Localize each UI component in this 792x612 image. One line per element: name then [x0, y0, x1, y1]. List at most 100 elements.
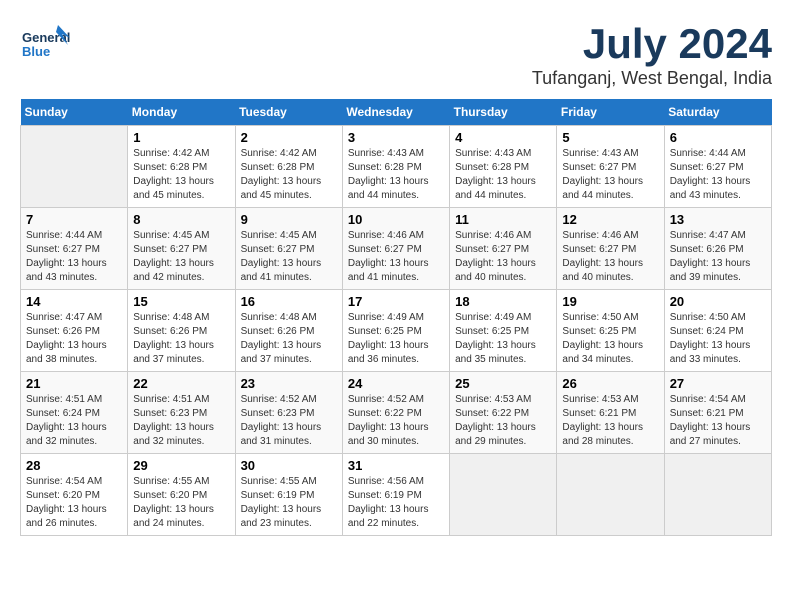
week-row-3: 14 Sunrise: 4:47 AMSunset: 6:26 PMDayligh… — [21, 290, 772, 372]
calendar-cell: 18 Sunrise: 4:49 AMSunset: 6:25 PMDayligh… — [450, 290, 557, 372]
day-number: 29 — [133, 458, 229, 473]
day-info: Sunrise: 4:48 AMSunset: 6:26 PMDaylight:… — [133, 311, 229, 367]
day-number: 20 — [670, 294, 766, 309]
day-number: 3 — [348, 130, 444, 145]
day-info: Sunrise: 4:43 AMSunset: 6:28 PMDaylight:… — [455, 147, 551, 203]
week-row-4: 21Sunrise: 4:51 AMSunset: 6:24 PMDayligh… — [21, 372, 772, 454]
day-number: 14 — [26, 294, 122, 309]
day-number: 11 — [455, 212, 551, 227]
day-number: 27 — [670, 376, 766, 391]
day-number: 22 — [133, 376, 229, 391]
day-info: Sunrise: 4:52 AMSunset: 6:23 PMDaylight:… — [241, 393, 337, 449]
calendar-cell: 5Sunrise: 4:43 AMSunset: 6:27 PMDaylight… — [557, 126, 664, 208]
day-number: 19 — [562, 294, 658, 309]
calendar-cell: 13Sunrise: 4:47 AMSunset: 6:26 PMDayligh… — [664, 208, 771, 290]
calendar-cell: 20Sunrise: 4:50 AMSunset: 6:24 PMDayligh… — [664, 290, 771, 372]
calendar-header-row: SundayMondayTuesdayWednesdayThursdayFrid… — [21, 99, 772, 126]
calendar-cell: 29 Sunrise: 4:55 AMSunset: 6:20 PMDayligh… — [128, 454, 235, 536]
day-info: Sunrise: 4:53 AMSunset: 6:22 PMDaylight:… — [455, 393, 551, 449]
calendar-cell: 11 Sunrise: 4:46 AMSunset: 6:27 PMDayligh… — [450, 208, 557, 290]
day-number: 9 — [241, 212, 337, 227]
svg-text:Blue: Blue — [22, 44, 50, 59]
day-number: 1 — [133, 130, 229, 145]
day-info: Sunrise: 4:50 AMSunset: 6:25 PMDaylight:… — [562, 311, 658, 367]
calendar-cell — [450, 454, 557, 536]
column-header-thursday: Thursday — [450, 99, 557, 126]
day-info: Sunrise: 4:51 AMSunset: 6:23 PMDaylight:… — [133, 393, 229, 449]
column-header-tuesday: Tuesday — [235, 99, 342, 126]
calendar-cell: 9 Sunrise: 4:45 AMSunset: 6:27 PMDaylight… — [235, 208, 342, 290]
day-info: Sunrise: 4:53 AMSunset: 6:21 PMDaylight:… — [562, 393, 658, 449]
page-header: General Blue July 2024 Tufanganj, West B… — [20, 20, 772, 89]
day-number: 28 — [26, 458, 122, 473]
day-info: Sunrise: 4:45 AMSunset: 6:27 PMDaylight:… — [133, 229, 229, 285]
calendar-cell: 23 Sunrise: 4:52 AMSunset: 6:23 PMDayligh… — [235, 372, 342, 454]
day-number: 10 — [348, 212, 444, 227]
calendar-cell: 15 Sunrise: 4:48 AMSunset: 6:26 PMDayligh… — [128, 290, 235, 372]
calendar-cell: 31Sunrise: 4:56 AMSunset: 6:19 PMDayligh… — [342, 454, 449, 536]
day-number: 24 — [348, 376, 444, 391]
day-number: 30 — [241, 458, 337, 473]
calendar-cell: 30 Sunrise: 4:55 AMSunset: 6:19 PMDayligh… — [235, 454, 342, 536]
calendar-cell: 3 Sunrise: 4:43 AMSunset: 6:28 PMDaylight… — [342, 126, 449, 208]
day-info: Sunrise: 4:54 AMSunset: 6:21 PMDaylight:… — [670, 393, 766, 449]
day-info: Sunrise: 4:46 AMSunset: 6:27 PMDaylight:… — [562, 229, 658, 285]
day-info: Sunrise: 4:44 AMSunset: 6:27 PMDaylight:… — [26, 229, 122, 285]
calendar-cell: 4 Sunrise: 4:43 AMSunset: 6:28 PMDaylight… — [450, 126, 557, 208]
month-year-title: July 2024 — [532, 20, 772, 68]
calendar-cell: 17Sunrise: 4:49 AMSunset: 6:25 PMDayligh… — [342, 290, 449, 372]
day-info: Sunrise: 4:42 AMSunset: 6:28 PMDaylight:… — [241, 147, 337, 203]
calendar-body: 1 Sunrise: 4:42 AMSunset: 6:28 PMDaylight… — [21, 126, 772, 536]
day-number: 25 — [455, 376, 551, 391]
day-info: Sunrise: 4:45 AMSunset: 6:27 PMDaylight:… — [241, 229, 337, 285]
day-info: Sunrise: 4:55 AMSunset: 6:19 PMDaylight:… — [241, 475, 337, 531]
column-header-wednesday: Wednesday — [342, 99, 449, 126]
calendar-cell: 14 Sunrise: 4:47 AMSunset: 6:26 PMDayligh… — [21, 290, 128, 372]
day-number: 4 — [455, 130, 551, 145]
day-number: 26 — [562, 376, 658, 391]
calendar-cell: 10Sunrise: 4:46 AMSunset: 6:27 PMDayligh… — [342, 208, 449, 290]
day-number: 2 — [241, 130, 337, 145]
day-number: 6 — [670, 130, 766, 145]
day-info: Sunrise: 4:44 AMSunset: 6:27 PMDaylight:… — [670, 147, 766, 203]
calendar-cell: 1Sunrise: 4:42 AMSunset: 6:28 PMDaylight… — [128, 126, 235, 208]
week-row-5: 28 Sunrise: 4:54 AMSunset: 6:20 PMDayligh… — [21, 454, 772, 536]
column-header-sunday: Sunday — [21, 99, 128, 126]
calendar-cell: 22 Sunrise: 4:51 AMSunset: 6:23 PMDayligh… — [128, 372, 235, 454]
week-row-2: 7Sunrise: 4:44 AMSunset: 6:27 PMDaylight… — [21, 208, 772, 290]
day-number: 8 — [133, 212, 229, 227]
calendar-cell: 24 Sunrise: 4:52 AMSunset: 6:22 PMDayligh… — [342, 372, 449, 454]
calendar-cell: 16Sunrise: 4:48 AMSunset: 6:26 PMDayligh… — [235, 290, 342, 372]
calendar-cell: 28 Sunrise: 4:54 AMSunset: 6:20 PMDayligh… — [21, 454, 128, 536]
column-header-saturday: Saturday — [664, 99, 771, 126]
day-number: 21 — [26, 376, 122, 391]
calendar-cell: 8 Sunrise: 4:45 AMSunset: 6:27 PMDaylight… — [128, 208, 235, 290]
day-info: Sunrise: 4:48 AMSunset: 6:26 PMDaylight:… — [241, 311, 337, 367]
day-info: Sunrise: 4:47 AMSunset: 6:26 PMDaylight:… — [26, 311, 122, 367]
calendar-cell: 6 Sunrise: 4:44 AMSunset: 6:27 PMDaylight… — [664, 126, 771, 208]
day-number: 12 — [562, 212, 658, 227]
day-number: 15 — [133, 294, 229, 309]
day-info: Sunrise: 4:43 AMSunset: 6:27 PMDaylight:… — [562, 147, 658, 203]
calendar-cell — [557, 454, 664, 536]
column-header-friday: Friday — [557, 99, 664, 126]
day-info: Sunrise: 4:46 AMSunset: 6:27 PMDaylight:… — [455, 229, 551, 285]
day-number: 31 — [348, 458, 444, 473]
day-number: 23 — [241, 376, 337, 391]
day-info: Sunrise: 4:55 AMSunset: 6:20 PMDaylight:… — [133, 475, 229, 531]
calendar-cell — [664, 454, 771, 536]
day-info: Sunrise: 4:54 AMSunset: 6:20 PMDaylight:… — [26, 475, 122, 531]
day-info: Sunrise: 4:43 AMSunset: 6:28 PMDaylight:… — [348, 147, 444, 203]
calendar-cell: 2 Sunrise: 4:42 AMSunset: 6:28 PMDaylight… — [235, 126, 342, 208]
calendar-cell: 27 Sunrise: 4:54 AMSunset: 6:21 PMDayligh… — [664, 372, 771, 454]
calendar-table: SundayMondayTuesdayWednesdayThursdayFrid… — [20, 99, 772, 536]
day-number: 18 — [455, 294, 551, 309]
calendar-title-section: July 2024 Tufanganj, West Bengal, India — [532, 20, 772, 89]
day-number: 13 — [670, 212, 766, 227]
location-title: Tufanganj, West Bengal, India — [532, 68, 772, 89]
day-info: Sunrise: 4:49 AMSunset: 6:25 PMDaylight:… — [455, 311, 551, 367]
calendar-cell: 25 Sunrise: 4:53 AMSunset: 6:22 PMDayligh… — [450, 372, 557, 454]
calendar-cell: 21Sunrise: 4:51 AMSunset: 6:24 PMDayligh… — [21, 372, 128, 454]
day-number: 17 — [348, 294, 444, 309]
day-info: Sunrise: 4:52 AMSunset: 6:22 PMDaylight:… — [348, 393, 444, 449]
